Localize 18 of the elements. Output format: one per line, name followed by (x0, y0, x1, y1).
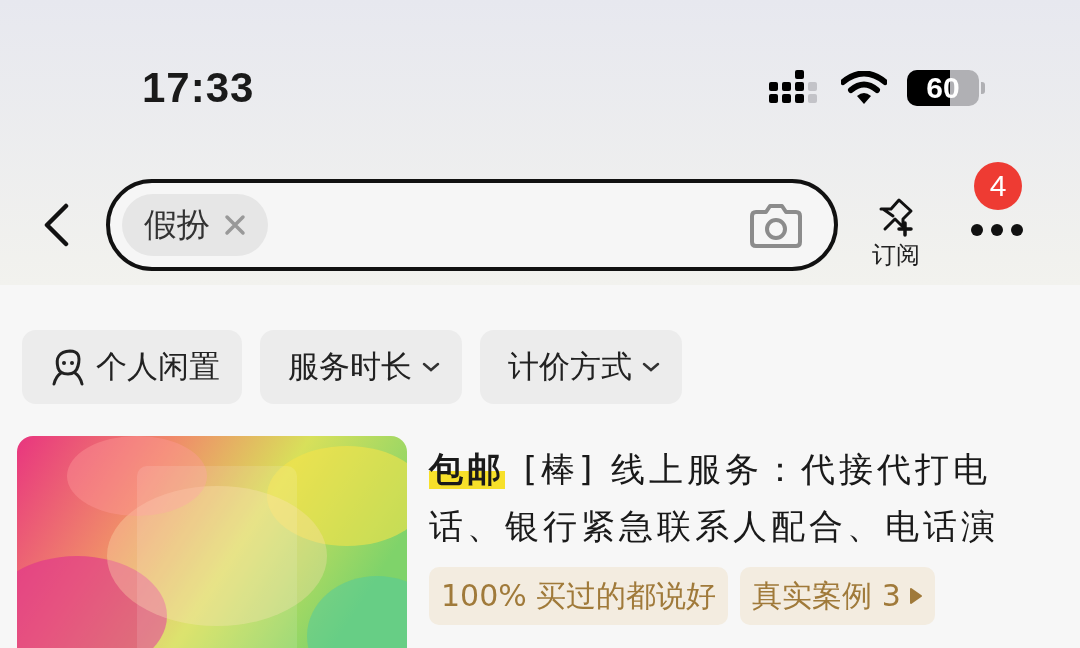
filter-chip[interactable]: 计价方式 (480, 330, 682, 404)
filter-chip[interactable]: 服务时长 (260, 330, 462, 404)
search-chip[interactable]: 假扮 (122, 194, 268, 256)
more-icon[interactable] (970, 222, 1024, 237)
filter-chip[interactable]: 个人闲置 (22, 330, 242, 404)
wifi-icon (841, 71, 887, 105)
search-field[interactable]: 假扮 (106, 179, 838, 271)
chip-label: 假扮 (144, 203, 210, 246)
status-time: 17:33 (142, 64, 255, 112)
subscribe-button[interactable]: 订阅 (872, 197, 920, 271)
review-tag: 100% 买过的都说好 (429, 567, 729, 625)
chevron-down-icon (422, 361, 440, 373)
play-icon (908, 587, 923, 605)
notification-badge: 4 (974, 161, 1022, 210)
back-icon[interactable] (42, 203, 70, 247)
camera-icon[interactable] (750, 202, 802, 248)
person-icon (50, 348, 86, 386)
chevron-down-icon (642, 361, 660, 373)
